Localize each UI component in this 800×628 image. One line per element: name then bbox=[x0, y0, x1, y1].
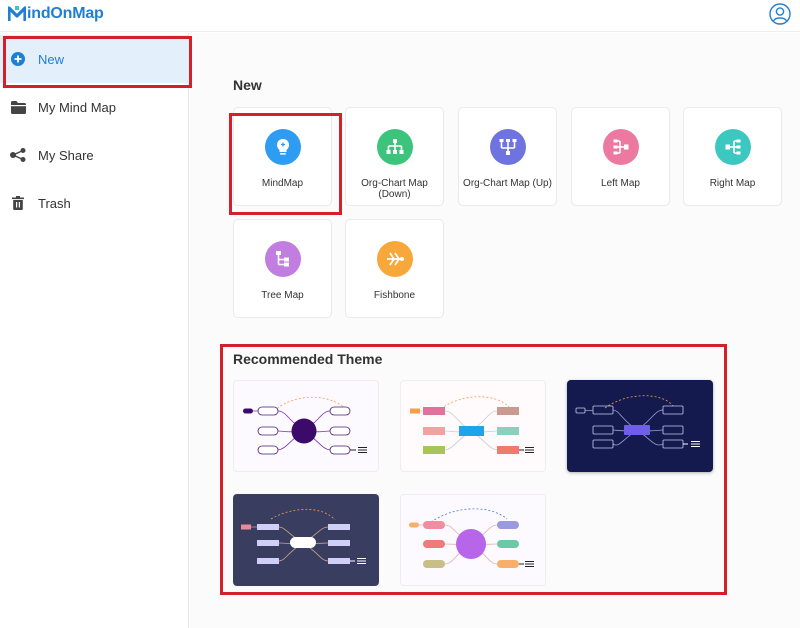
sidebar-item-label: Trash bbox=[38, 195, 71, 211]
template-card-fishbone[interactable]: Fishbone bbox=[345, 219, 444, 318]
app-logo[interactable]: indOnMap bbox=[7, 4, 104, 24]
tree-map-icon bbox=[265, 241, 301, 277]
theme-card-pastel[interactable] bbox=[400, 494, 546, 586]
user-account-icon[interactable] bbox=[769, 3, 791, 25]
template-card-tree-map[interactable]: Tree Map bbox=[233, 219, 332, 318]
sidebar-item-my-share[interactable]: My Share bbox=[0, 131, 189, 179]
sidebar-item-trash[interactable]: Trash bbox=[0, 179, 189, 227]
left-map-icon bbox=[603, 129, 639, 165]
right-map-icon bbox=[715, 129, 751, 165]
recommended-theme-title: Recommended Theme bbox=[233, 351, 383, 367]
template-card-org-chart-up[interactable]: Org-Chart Map (Up) bbox=[458, 107, 557, 206]
folder-icon bbox=[10, 99, 26, 115]
theme-card-dark-navy[interactable] bbox=[567, 380, 713, 472]
plus-circle-icon bbox=[10, 51, 26, 67]
theme-card-slate[interactable] bbox=[233, 494, 379, 586]
template-label: Org-Chart Map (Down) bbox=[361, 178, 428, 200]
theme-card-colorful-light[interactable] bbox=[400, 380, 546, 472]
template-label: MindMap bbox=[261, 178, 304, 189]
template-card-org-chart-down[interactable]: Org-Chart Map (Down) bbox=[345, 107, 444, 206]
top-bar: indOnMap bbox=[0, 0, 800, 32]
template-card-right-map[interactable]: Right Map bbox=[683, 107, 782, 206]
fishbone-icon bbox=[377, 241, 413, 277]
template-card-mindmap[interactable]: MindMap bbox=[233, 107, 332, 206]
sidebar-item-my-mind-map[interactable]: My Mind Map bbox=[0, 83, 189, 131]
sidebar-item-new[interactable]: New bbox=[0, 35, 189, 83]
logo-text: indOnMap bbox=[27, 5, 104, 22]
logo-mark-icon bbox=[7, 5, 27, 23]
template-card-left-map[interactable]: Left Map bbox=[571, 107, 670, 206]
template-label: Org-Chart Map (Up) bbox=[463, 178, 552, 189]
sidebar-item-label: My Share bbox=[38, 147, 94, 163]
lightbulb-head-icon bbox=[265, 129, 301, 165]
share-icon bbox=[10, 147, 26, 163]
main-content: New MindMap Org-Chart Map (Down) Org-Cha… bbox=[190, 33, 800, 628]
org-chart-up-icon bbox=[490, 129, 526, 165]
theme-card-purple-light[interactable] bbox=[233, 380, 379, 472]
org-chart-down-icon bbox=[377, 129, 413, 165]
sidebar-item-label: New bbox=[38, 51, 65, 67]
template-label: Tree Map bbox=[261, 290, 304, 301]
sidebar: New My Mind Map My Share Trash bbox=[0, 33, 189, 628]
sidebar-item-label: My Mind Map bbox=[38, 99, 117, 115]
template-label: Right Map bbox=[709, 178, 756, 189]
template-label: Left Map bbox=[601, 178, 640, 189]
new-section-title: New bbox=[233, 77, 262, 93]
template-label: Fishbone bbox=[373, 290, 416, 301]
trash-icon bbox=[10, 195, 26, 211]
